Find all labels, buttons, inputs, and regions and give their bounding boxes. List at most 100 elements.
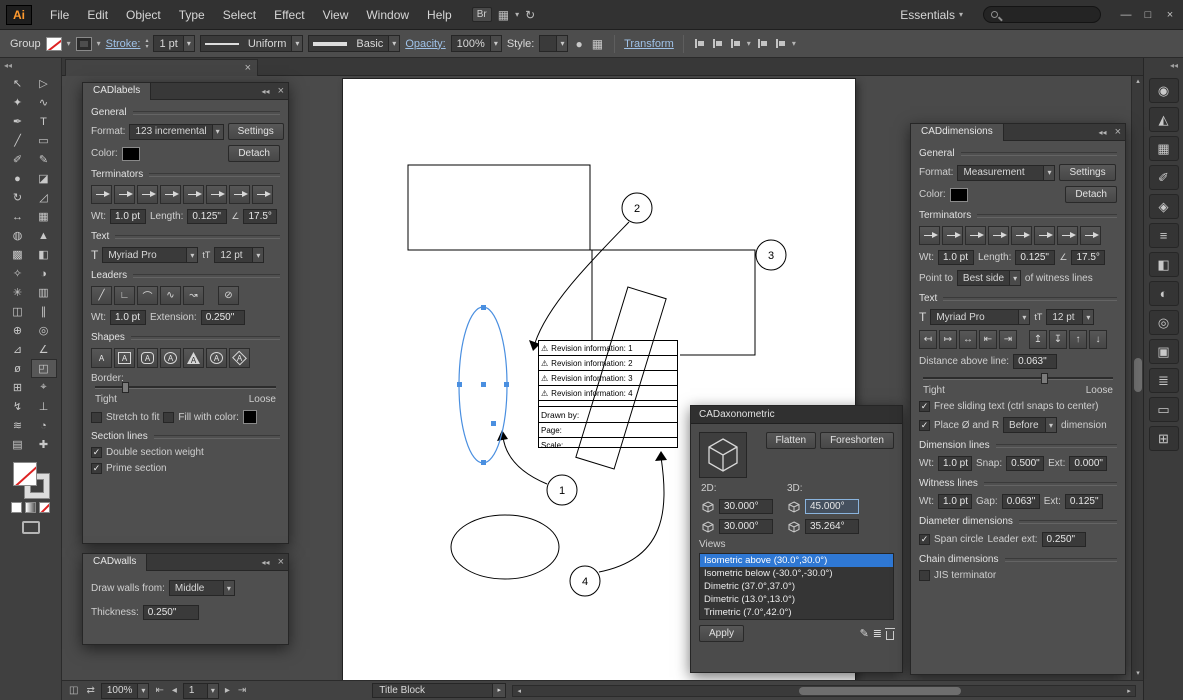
- view-list-item[interactable]: Isometric above (30.0°,30.0°): [700, 554, 893, 567]
- text-orientation-button[interactable]: ↑: [1069, 330, 1087, 349]
- align-panel-icon[interactable]: ⊞: [1149, 426, 1179, 451]
- cad-dimension-tool[interactable]: ⊿: [5, 340, 31, 359]
- text-orientation-button[interactable]: ↧: [1049, 330, 1067, 349]
- type-tool[interactable]: T: [31, 112, 57, 131]
- settings-button[interactable]: Settings: [1059, 164, 1115, 181]
- weight-field[interactable]: 1.0 pt: [938, 250, 974, 265]
- leader-style-button[interactable]: ↝: [183, 286, 204, 305]
- leader-none-button[interactable]: ⊘: [218, 286, 239, 305]
- views-list[interactable]: Isometric above (30.0°,30.0°) Isometric …: [699, 553, 894, 620]
- close-icon[interactable]: ×: [1111, 126, 1125, 138]
- terminator-style-button[interactable]: [160, 185, 181, 204]
- gradient-button[interactable]: [25, 502, 36, 513]
- menu-edit[interactable]: Edit: [79, 5, 116, 25]
- font-size-dropdown[interactable]: 12 pt: [1046, 309, 1094, 325]
- zoom-tool[interactable]: ◎: [31, 321, 57, 340]
- artboards-panel-icon[interactable]: ▭: [1149, 397, 1179, 422]
- detach-button[interactable]: Detach: [1065, 186, 1117, 203]
- hand-tool[interactable]: ⊕: [5, 321, 31, 340]
- width-tool[interactable]: ↔: [5, 207, 31, 226]
- panel-tab[interactable]: CADwalls: [83, 554, 147, 571]
- format-dropdown[interactable]: Measurement: [957, 165, 1055, 181]
- panel-header[interactable]: CADlabels ◂◂ ×: [83, 83, 288, 100]
- shape-rounded-button[interactable]: A: [137, 348, 158, 368]
- free-transform-tool[interactable]: ▦: [31, 207, 57, 226]
- minimize-icon[interactable]: —: [1119, 9, 1133, 21]
- line-segment-tool[interactable]: ╱: [5, 131, 31, 150]
- direct-selection-tool[interactable]: ▷: [31, 74, 57, 93]
- cad-perpendicular-tool[interactable]: ⊥: [31, 397, 57, 416]
- panel-header[interactable]: CADdimensions ◂◂ ×: [911, 124, 1125, 141]
- bridge-button[interactable]: Br: [472, 7, 492, 22]
- stretch-to-fit-checkbox[interactable]: [91, 412, 102, 423]
- cad-scale-tool[interactable]: ◰: [31, 359, 57, 378]
- length-field[interactable]: 0.125": [187, 209, 227, 224]
- terminator-style-button[interactable]: [183, 185, 204, 204]
- blob-brush-tool[interactable]: ●: [5, 169, 31, 188]
- menu-select[interactable]: Select: [215, 5, 264, 25]
- terminator-style-button[interactable]: [1011, 226, 1032, 245]
- close-icon[interactable]: ×: [1163, 9, 1177, 21]
- slider-thumb[interactable]: [1041, 373, 1048, 384]
- settings-button[interactable]: Settings: [228, 123, 284, 140]
- dim-line-weight-field[interactable]: 1.0 pt: [938, 456, 972, 471]
- distance-field[interactable]: 0.063": [1013, 354, 1057, 369]
- shape-circle-button[interactable]: A: [160, 348, 181, 368]
- artboard-number-dropdown[interactable]: 1: [183, 683, 219, 699]
- font-dropdown[interactable]: Myriad Pro: [102, 247, 198, 263]
- text-position-button[interactable]: ⇤: [979, 330, 997, 349]
- vertical-scrollbar[interactable]: ▴ ▾: [1131, 76, 1143, 680]
- illustrator-logo[interactable]: Ai: [6, 5, 32, 25]
- pan-icon[interactable]: ⇄: [84, 685, 96, 696]
- color-button[interactable]: [11, 502, 22, 513]
- angle-field[interactable]: 17.5°: [1071, 250, 1105, 265]
- font-size-dropdown[interactable]: 12 pt: [214, 247, 264, 263]
- witness-weight-field[interactable]: 1.0 pt: [938, 494, 972, 509]
- foreshorten-button[interactable]: Foreshorten: [820, 432, 894, 449]
- edit-view-icon[interactable]: ✎: [860, 627, 869, 640]
- terminator-style-button[interactable]: [988, 226, 1009, 245]
- eraser-tool[interactable]: ◪: [31, 169, 57, 188]
- leader-ext-field[interactable]: 0.250": [1042, 532, 1086, 547]
- blend-tool[interactable]: ◑: [31, 264, 57, 283]
- gradient-tool[interactable]: ◧: [31, 245, 57, 264]
- dock-collapse-icon[interactable]: ◂◂: [1144, 58, 1183, 74]
- text-orientation-button[interactable]: ↥: [1029, 330, 1047, 349]
- close-icon[interactable]: ×: [245, 62, 251, 74]
- align-top-icon[interactable]: [776, 39, 785, 48]
- angle-3d-rotation-field[interactable]: 45.000°: [805, 499, 859, 514]
- terminator-style-button[interactable]: [137, 185, 158, 204]
- tools-collapse-icon[interactable]: ◂◂: [0, 58, 61, 74]
- fill-color-swatch[interactable]: [46, 37, 62, 51]
- transparency-panel-icon[interactable]: ◐: [1149, 281, 1179, 306]
- terminator-style-button[interactable]: [206, 185, 227, 204]
- shape-builder-tool[interactable]: ◍: [5, 226, 31, 245]
- document-tab[interactable]: ×: [65, 59, 258, 76]
- previous-artboard-icon[interactable]: ◂: [170, 685, 179, 696]
- border-slider[interactable]: [95, 386, 276, 389]
- align-right-icon[interactable]: [731, 39, 740, 48]
- graphic-styles-panel-icon[interactable]: ▣: [1149, 339, 1179, 364]
- draw-walls-from-dropdown[interactable]: Middle: [169, 580, 235, 596]
- menu-help[interactable]: Help: [419, 5, 460, 25]
- opacity-panel-link[interactable]: Opacity:: [405, 38, 445, 50]
- fill-with-color-checkbox[interactable]: [163, 412, 174, 423]
- perspective-grid-tool[interactable]: ▲: [31, 226, 57, 245]
- fill-swatch[interactable]: [13, 462, 37, 486]
- align-left-icon[interactable]: [695, 39, 704, 48]
- point-to-dropdown[interactable]: Best side: [957, 270, 1021, 286]
- prime-section-checkbox[interactable]: ✓: [91, 463, 102, 474]
- view-list-item[interactable]: Trimetric (7.0°,42.0°): [700, 606, 893, 619]
- length-field[interactable]: 0.125": [1015, 250, 1055, 265]
- shape-none-button[interactable]: A: [91, 348, 112, 368]
- terminator-style-button[interactable]: [229, 185, 250, 204]
- scale-tool[interactable]: ◿: [31, 188, 57, 207]
- panel-tab[interactable]: CADlabels: [83, 83, 151, 100]
- close-icon[interactable]: ×: [274, 556, 288, 568]
- symbol-sprayer-tool[interactable]: ✳: [5, 283, 31, 302]
- cad-break-tool[interactable]: ↯: [5, 397, 31, 416]
- graphic-style-dropdown[interactable]: [539, 35, 568, 52]
- column-graph-tool[interactable]: ▥: [31, 283, 57, 302]
- brushes-panel-icon[interactable]: ✐: [1149, 165, 1179, 190]
- panel-tab[interactable]: CADdimensions: [911, 124, 1004, 141]
